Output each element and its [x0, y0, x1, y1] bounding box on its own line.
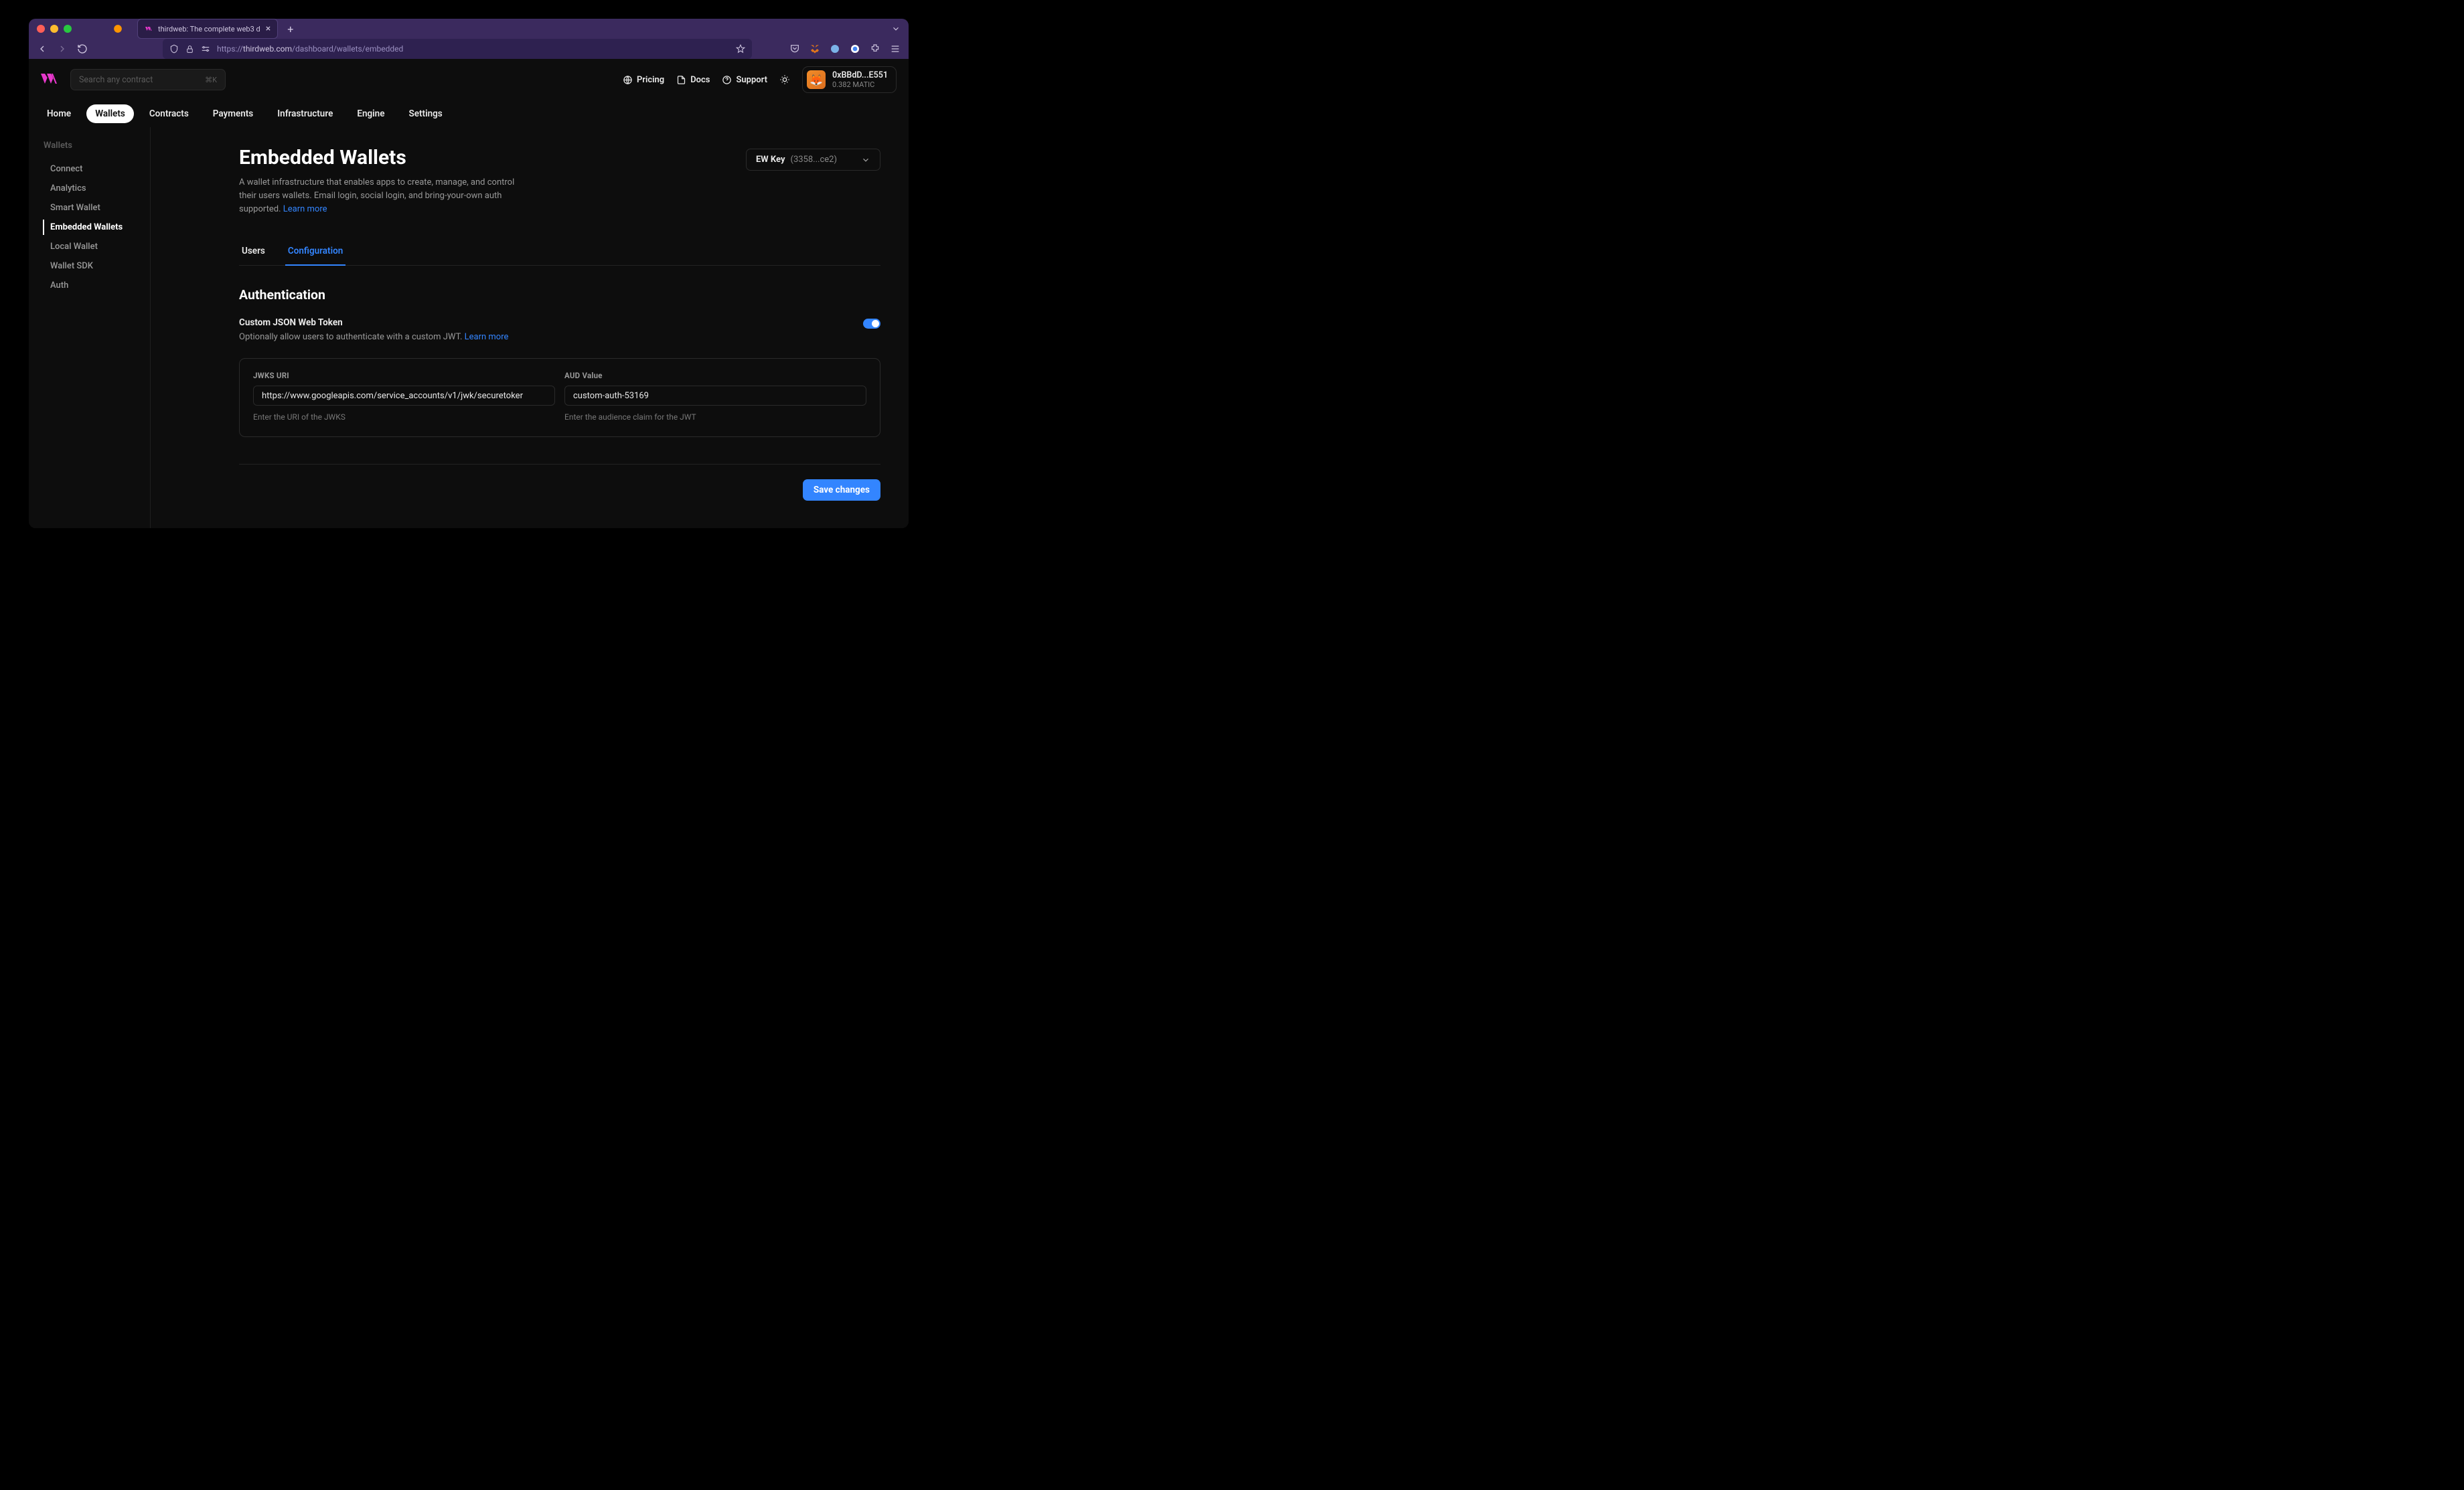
wallet-address: 0xBBdD...E551 [832, 70, 888, 80]
lock-icon [185, 45, 194, 54]
shield-icon [169, 44, 179, 54]
browser-tab[interactable]: thirdweb: The complete web3 d × [137, 19, 278, 39]
app-header: Search any contract ⌘K Pricing Docs Supp… [29, 59, 909, 100]
help-icon [722, 75, 732, 85]
permissions-icon [201, 44, 210, 54]
browser-window: thirdweb: The complete web3 d × + https:… [29, 19, 909, 528]
app: Search any contract ⌘K Pricing Docs Supp… [29, 59, 909, 528]
nav-settings[interactable]: Settings [400, 104, 451, 123]
metamask-icon[interactable] [810, 44, 820, 54]
jwt-toggle[interactable] [863, 319, 880, 329]
content-tabs: Users Configuration [239, 239, 880, 266]
url-text: https://thirdweb.com/dashboard/wallets/e… [217, 44, 729, 54]
tab-configuration[interactable]: Configuration [285, 239, 345, 266]
browser-right-icons [789, 44, 901, 54]
jwt-form-card: JWKS URI Enter the URI of the JWKS AUD V… [239, 358, 880, 437]
jwt-setting-title: Custom JSON Web Token [239, 317, 508, 328]
close-tab-icon[interactable]: × [266, 23, 271, 34]
nav-contracts[interactable]: Contracts [141, 104, 198, 123]
sidebar-item-embedded-wallets[interactable]: Embedded Wallets [43, 220, 150, 235]
thirdweb-favicon-icon [145, 25, 153, 33]
account-button[interactable]: 🦊 0xBBdD...E551 0.382 MATIC [802, 66, 897, 93]
nav-wallets[interactable]: Wallets [86, 104, 134, 123]
search-input[interactable]: Search any contract ⌘K [70, 69, 226, 90]
jwt-setting-desc: Optionally allow users to authenticate w… [239, 332, 508, 342]
forward-button[interactable] [57, 44, 68, 54]
urlbar-row: https://thirdweb.com/dashboard/wallets/e… [29, 39, 909, 59]
urlbar[interactable]: https://thirdweb.com/dashboard/wallets/e… [163, 39, 752, 59]
tab-title: thirdweb: The complete web3 d [158, 25, 260, 33]
minimize-window-button[interactable] [50, 25, 58, 33]
jwks-uri-label: JWKS URI [253, 371, 555, 380]
main-nav: Home Wallets Contracts Payments Infrastr… [29, 100, 909, 127]
aud-value-hint: Enter the audience claim for the JWT [564, 412, 866, 422]
new-tab-button[interactable]: + [287, 23, 293, 35]
file-icon [676, 75, 686, 85]
jwt-learn-more-link[interactable]: Learn more [465, 332, 509, 342]
ew-key-value: (3358...ce2) [791, 155, 838, 165]
bookmark-star-icon[interactable] [736, 44, 745, 54]
extensions-icon[interactable] [870, 44, 880, 54]
tabs-dropdown-icon[interactable] [891, 24, 901, 33]
content: Embedded Wallets A wallet infrastructure… [151, 127, 909, 528]
sidebar-item-connect[interactable]: Connect [44, 161, 150, 177]
jwks-uri-hint: Enter the URI of the JWKS [253, 412, 555, 422]
ew-key-label: EW Key [756, 155, 785, 165]
sidebar-item-analytics[interactable]: Analytics [44, 181, 150, 196]
aud-value-label: AUD Value [564, 371, 866, 380]
docs-link[interactable]: Docs [676, 75, 710, 85]
nav-payments[interactable]: Payments [204, 104, 262, 123]
sidebar-item-local-wallet[interactable]: Local Wallet [44, 239, 150, 254]
search-shortcut: ⌘K [205, 76, 217, 84]
search-placeholder: Search any contract [79, 75, 153, 85]
ew-key-select[interactable]: EW Key (3358...ce2) [746, 149, 880, 171]
sidebar: Wallets Connect Analytics Smart Wallet E… [29, 127, 151, 528]
reload-button[interactable] [77, 44, 88, 54]
jwks-uri-input[interactable] [253, 386, 555, 406]
pricing-link[interactable]: Pricing [623, 75, 664, 85]
sidebar-item-auth[interactable]: Auth [44, 278, 150, 293]
window-controls [37, 25, 72, 33]
tab-users[interactable]: Users [239, 239, 268, 265]
thirdweb-logo-icon[interactable] [41, 71, 61, 88]
nav-home[interactable]: Home [38, 104, 80, 123]
nav-engine[interactable]: Engine [348, 104, 393, 123]
extension-icon-1[interactable] [830, 44, 840, 54]
wallet-balance: 0.382 MATIC [832, 80, 888, 89]
authentication-title: Authentication [239, 287, 880, 303]
close-window-button[interactable] [37, 25, 45, 33]
page-title: Embedded Wallets [239, 146, 527, 169]
hamburger-menu-icon[interactable] [890, 44, 901, 54]
page-description: A wallet infrastructure that enables app… [239, 176, 527, 216]
theme-toggle-icon[interactable] [779, 74, 790, 85]
wallet-avatar-icon: 🦊 [807, 70, 826, 89]
maximize-window-button[interactable] [64, 25, 72, 33]
pocket-icon[interactable] [789, 44, 800, 54]
firefox-icon [113, 24, 123, 33]
save-changes-button[interactable]: Save changes [803, 479, 880, 501]
chevron-down-icon [861, 155, 870, 165]
extension-icon-2[interactable] [850, 44, 860, 54]
globe-icon [623, 75, 633, 85]
sidebar-item-smart-wallet[interactable]: Smart Wallet [44, 200, 150, 216]
aud-value-input[interactable] [564, 386, 866, 406]
back-button[interactable] [37, 44, 48, 54]
nav-infrastructure[interactable]: Infrastructure [268, 104, 341, 123]
support-link[interactable]: Support [722, 75, 767, 85]
sidebar-item-wallet-sdk[interactable]: Wallet SDK [44, 258, 150, 274]
sidebar-title: Wallets [44, 141, 150, 151]
learn-more-link[interactable]: Learn more [283, 204, 327, 214]
titlebar: thirdweb: The complete web3 d × + [29, 19, 909, 39]
